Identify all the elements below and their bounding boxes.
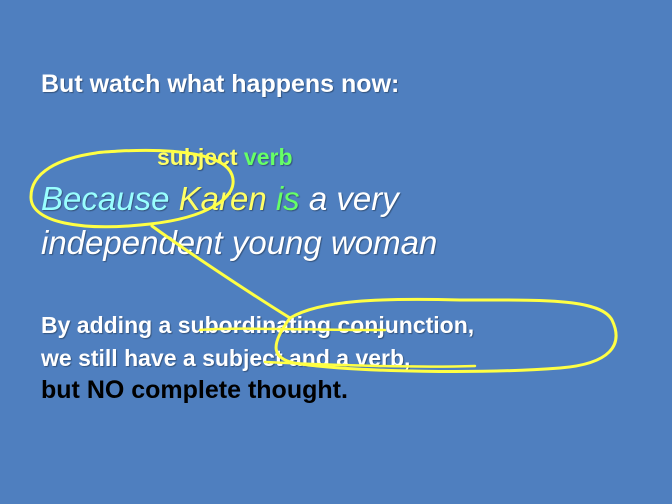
subject-word: Karen [178, 180, 267, 217]
subject-label: subject [157, 144, 238, 170]
grammar-labels: subject verb [157, 144, 293, 171]
verb-label: verb [243, 144, 293, 170]
explanation-line-3: but NO complete thought. [41, 376, 348, 404]
explanation-line-2: we still have a subject and a verb, [41, 345, 411, 371]
verb-word: is [275, 180, 300, 217]
explanation-line-1: By adding a subordinating conjunction, [41, 312, 475, 338]
slide-heading: But watch what happens now: [41, 70, 400, 98]
slide: But watch what happens now: subject verb… [0, 0, 672, 504]
sentence-rest: a very [308, 180, 399, 217]
conjunction-word: Because [41, 180, 170, 217]
example-sentence-line-2: independent young woman [41, 224, 438, 261]
example-sentence-line-1: Because Karen is a very [41, 180, 399, 218]
